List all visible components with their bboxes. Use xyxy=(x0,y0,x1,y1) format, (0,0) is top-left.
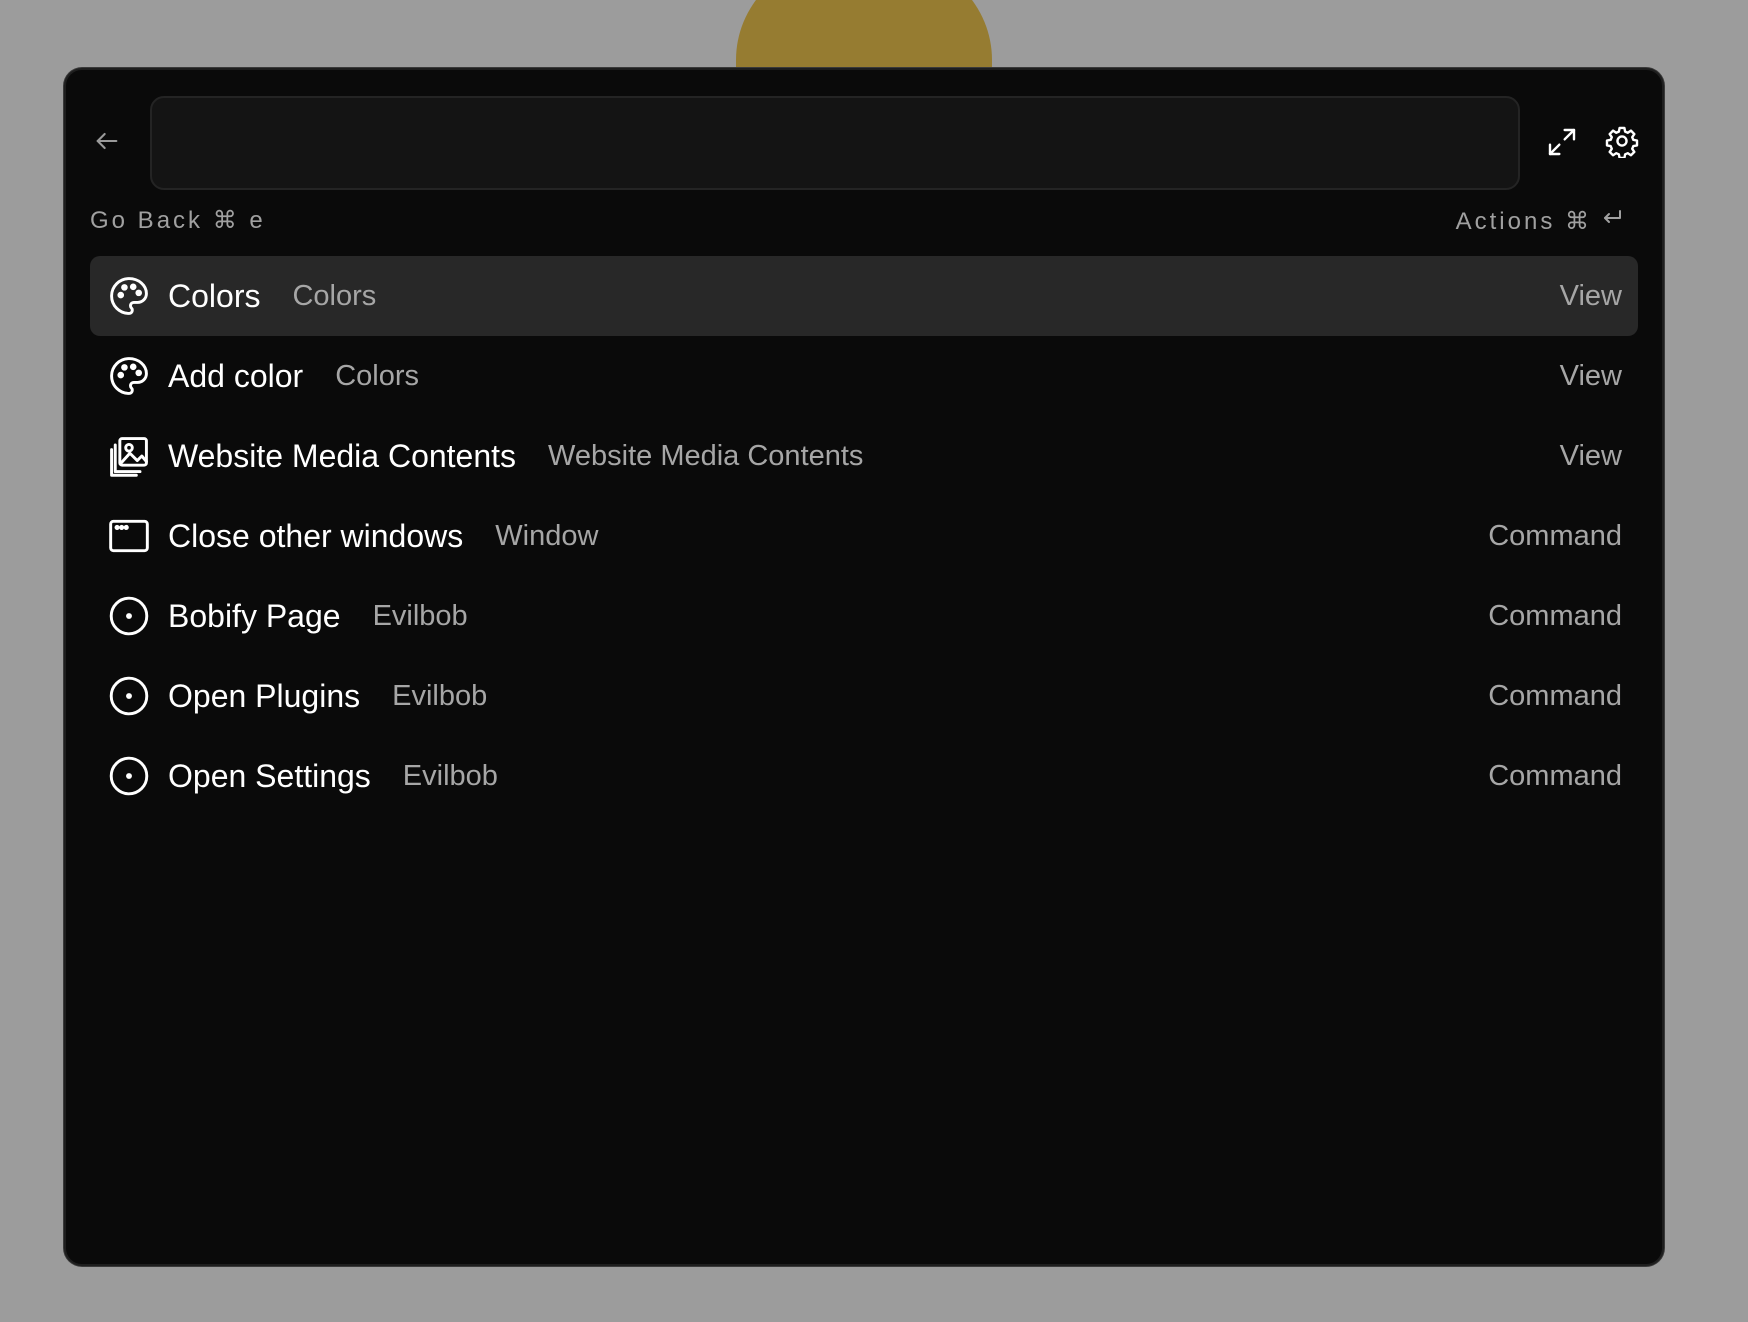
expand-button[interactable] xyxy=(1544,126,1580,162)
return-key-icon xyxy=(1600,206,1624,237)
results-list: Colors Colors View Add color Colors View xyxy=(90,256,1638,816)
list-item[interactable]: Website Media Contents Website Media Con… xyxy=(90,416,1638,496)
item-subtitle: Colors xyxy=(292,279,377,312)
item-subtitle: Colors xyxy=(335,359,419,392)
item-type: Command xyxy=(1488,759,1622,792)
list-item[interactable]: Open Settings Evilbob Command xyxy=(90,736,1638,816)
item-type: View xyxy=(1559,279,1622,312)
list-item[interactable]: Close other windows Window Command xyxy=(90,496,1638,576)
go-back-hint-label: Go Back ⌘ e xyxy=(90,207,266,234)
dot-circle-icon xyxy=(106,593,152,639)
item-type: View xyxy=(1559,439,1622,472)
media-gallery-icon xyxy=(106,433,152,479)
item-subtitle: Evilbob xyxy=(392,679,488,712)
window-icon xyxy=(106,513,152,559)
list-item[interactable]: Bobify Page Evilbob Command xyxy=(90,576,1638,656)
list-item[interactable]: Open Plugins Evilbob Command xyxy=(90,656,1638,736)
item-title: Colors xyxy=(168,277,261,314)
expand-icon xyxy=(1546,126,1578,163)
item-title: Add color xyxy=(168,357,304,394)
settings-button[interactable] xyxy=(1604,125,1640,161)
actions-hint[interactable]: Actions ⌘ xyxy=(1456,206,1624,237)
item-subtitle: Evilbob xyxy=(372,599,468,632)
item-subtitle: Window xyxy=(495,519,599,552)
item-title: Open Plugins xyxy=(168,677,361,714)
palette-icon xyxy=(106,353,152,399)
dot-circle-icon xyxy=(106,753,152,799)
dot-circle-icon xyxy=(106,673,152,719)
back-button[interactable] xyxy=(92,128,122,158)
item-subtitle: Website Media Contents xyxy=(548,439,864,472)
item-title: Open Settings xyxy=(168,757,371,794)
item-type: Command xyxy=(1488,679,1622,712)
palette-icon xyxy=(106,273,152,319)
command-palette: Go Back ⌘ e Actions ⌘ Colors Colors View… xyxy=(64,68,1664,1266)
search-input[interactable] xyxy=(150,96,1520,190)
actions-hint-label: Actions ⌘ xyxy=(1455,208,1592,235)
arrow-left-icon xyxy=(93,127,121,160)
item-type: View xyxy=(1559,359,1622,392)
list-item[interactable]: Colors Colors View xyxy=(90,256,1638,336)
list-item[interactable]: Add color Colors View xyxy=(90,336,1638,416)
item-title: Website Media Contents xyxy=(168,437,517,474)
item-subtitle: Evilbob xyxy=(402,759,498,792)
go-back-hint: Go Back ⌘ e xyxy=(90,206,266,235)
gear-icon xyxy=(1605,124,1639,163)
item-type: Command xyxy=(1488,599,1622,632)
item-title: Close other windows xyxy=(168,517,464,554)
item-type: Command xyxy=(1488,519,1622,552)
item-title: Bobify Page xyxy=(168,597,341,634)
